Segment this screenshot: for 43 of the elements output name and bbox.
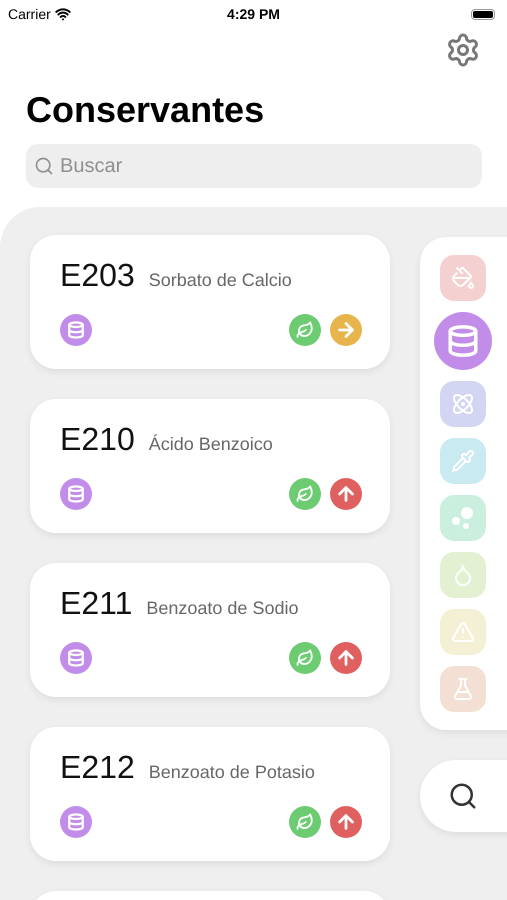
leaf-icon [289, 642, 321, 674]
search-button[interactable] [420, 760, 507, 832]
additive-card[interactable]: E211 Benzoato de Sodio [30, 563, 390, 697]
leaf-icon [289, 314, 321, 346]
database-icon [446, 324, 480, 358]
additive-card[interactable]: E210 Ácido Benzoico [30, 399, 390, 533]
leaf-icon [289, 806, 321, 838]
page-title: Conservantes [26, 88, 266, 132]
search-icon [448, 781, 478, 811]
battery-icon [471, 8, 495, 20]
additive-name: Sorbato de Calcio [148, 270, 292, 291]
search-icon [34, 156, 54, 176]
additive-name: Benzoato de Sodio [146, 598, 298, 619]
database-icon [60, 806, 92, 838]
bubbles-icon [450, 505, 476, 531]
atom-icon [451, 392, 475, 416]
additive-code: E203 [60, 257, 135, 294]
additive-card[interactable]: E212 Benzoato de Potasio [30, 727, 390, 861]
leaf-icon [289, 478, 321, 510]
additive-code: E212 [60, 749, 135, 786]
additive-code: E210 [60, 421, 135, 458]
additive-name: Ácido Benzoico [148, 434, 273, 455]
database-icon [60, 478, 92, 510]
category-tab[interactable] [440, 381, 486, 427]
warning-icon [451, 620, 475, 644]
additive-name: Benzoato de Potasio [148, 762, 315, 783]
category-tab[interactable] [440, 495, 486, 541]
flask-icon [451, 677, 475, 701]
category-tab[interactable] [440, 255, 486, 301]
database-icon [60, 314, 92, 346]
paint-bucket-icon [451, 266, 475, 290]
additive-card[interactable]: E203 Sorbato de Calcio [30, 235, 390, 369]
category-tab[interactable] [440, 666, 486, 712]
settings-icon[interactable] [445, 32, 481, 68]
status-time: 4:29 PM [227, 6, 280, 22]
wifi-icon [54, 6, 71, 22]
category-tab[interactable] [440, 609, 486, 655]
dropper-icon [451, 449, 475, 473]
category-tab[interactable] [440, 438, 486, 484]
category-tab[interactable] [440, 552, 486, 598]
database-icon [60, 642, 92, 674]
carrier-label: Carrier [8, 6, 51, 22]
additive-code: E211 [60, 585, 132, 622]
